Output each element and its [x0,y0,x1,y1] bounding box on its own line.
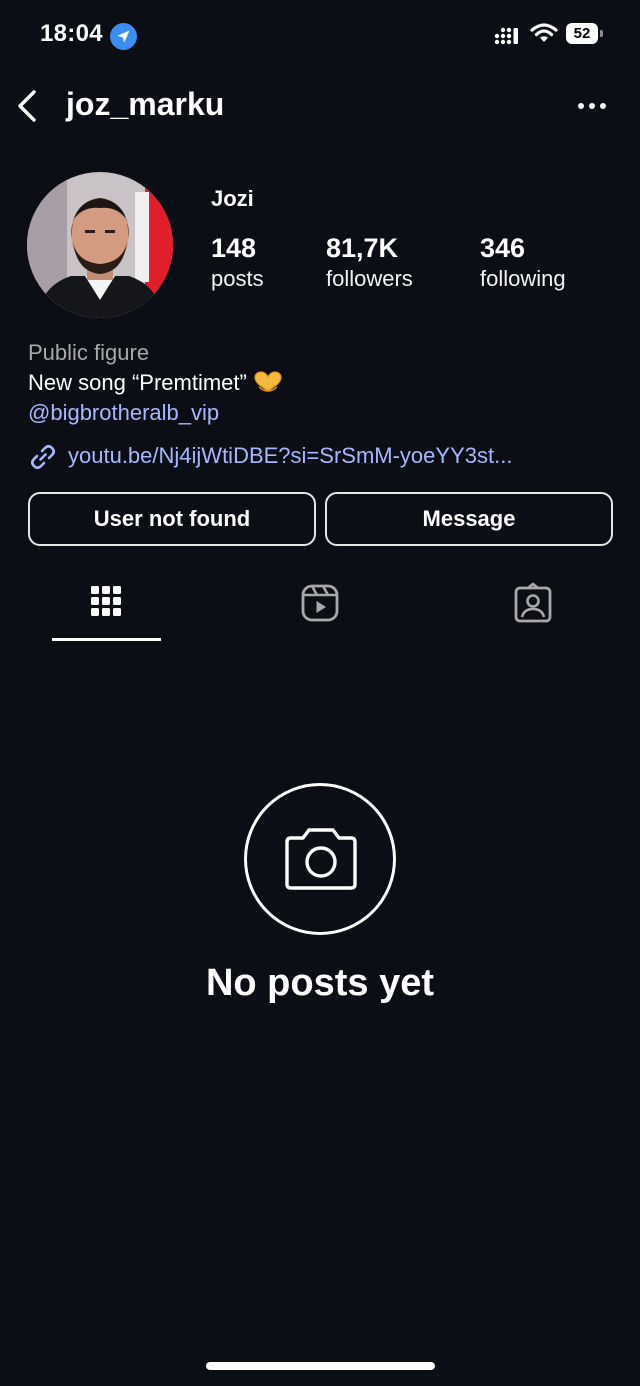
home-indicator[interactable] [206,1362,435,1370]
status-time: 18:04 [40,20,103,47]
display-name: Jozi [211,186,254,211]
bio-text: New song “Premtimet” [28,370,247,395]
avatar[interactable] [27,172,173,318]
battery-icon: 52 [566,23,604,44]
message-button[interactable]: Message [325,492,613,546]
heart-hands-emoji [254,371,282,392]
ellipsis-icon [578,103,606,109]
following-count: 346 [480,233,526,263]
following-label: following [480,266,566,291]
reels-icon [301,584,339,622]
tab-posts-grid[interactable] [85,582,129,626]
status-bar: 18:04 52 [0,0,640,72]
empty-state-camera [244,783,396,935]
bio-mention-link[interactable]: @bigbrotheralb_vip [28,400,219,426]
back-button[interactable] [10,84,50,128]
followers-count: 81,7K [326,233,399,263]
bio-text-line: New song “Premtimet” [28,370,283,396]
camera-icon [285,828,357,890]
followers-label: followers [326,266,413,291]
profile-link[interactable]: youtu.be/Nj4ijWtiDBE?si=SrSmM-yoeYY3st..… [28,440,608,472]
stat-posts[interactable]: 148 posts [211,232,264,294]
battery-level: 52 [566,23,598,44]
chevron-left-icon [18,90,36,122]
stat-followers[interactable]: 81,7K followers [326,232,413,294]
more-options-button[interactable] [574,92,610,120]
tab-tagged[interactable] [511,582,555,626]
tagged-icon [514,582,552,623]
active-tab-indicator [52,638,161,641]
grid-icon [91,586,121,616]
tab-reels[interactable] [298,582,342,626]
signal-icon [494,27,518,45]
empty-state-title: No posts yet [205,962,435,1004]
stat-following[interactable]: 346 following [480,232,566,294]
user-not-found-button[interactable]: User not found [28,492,316,546]
posts-label: posts [211,266,264,291]
link-icon [30,444,56,470]
profile-username: joz_marku [66,86,225,122]
posts-count: 148 [211,233,257,263]
location-arrow-icon [110,23,137,50]
avatar-photo [27,172,173,318]
profile-category: Public figure [28,340,150,365]
profile-link-text: youtu.be/Nj4ijWtiDBE?si=SrSmM-yoeYY3st..… [68,443,513,468]
wifi-icon [530,23,558,42]
